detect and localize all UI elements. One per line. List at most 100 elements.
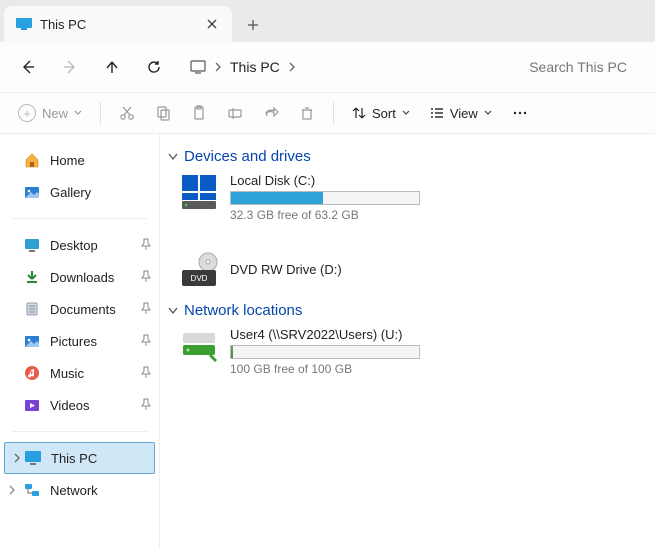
chevron-down-icon[interactable] xyxy=(168,148,178,165)
search-input[interactable]: Search This PC xyxy=(529,59,645,75)
music-icon xyxy=(24,365,40,381)
chevron-down-icon xyxy=(74,110,82,116)
sort-button[interactable]: Sort xyxy=(344,98,418,128)
share-button[interactable] xyxy=(255,98,287,128)
scissors-icon xyxy=(119,105,135,121)
pin-icon xyxy=(141,238,151,253)
pin-icon xyxy=(141,366,151,381)
network-icon xyxy=(24,482,40,498)
sidebar-item-label: This PC xyxy=(51,451,97,466)
section-title: Network locations xyxy=(184,302,302,319)
section-devices-header[interactable]: Devices and drives xyxy=(168,148,647,165)
separator xyxy=(12,431,147,432)
drive-name: Local Disk (C:) xyxy=(230,173,420,188)
section-network-header[interactable]: Network locations xyxy=(168,302,647,319)
close-icon[interactable] xyxy=(204,16,220,32)
downloads-icon xyxy=(24,269,40,285)
tab-bar: This PC xyxy=(0,0,655,42)
ellipsis-icon xyxy=(512,110,528,116)
pictures-icon xyxy=(24,333,40,349)
view-button[interactable]: View xyxy=(422,98,500,128)
pin-icon xyxy=(141,302,151,317)
sidebar-item-this-pc[interactable]: This PC xyxy=(4,442,155,474)
hdd-icon xyxy=(180,173,220,211)
chevron-right-icon[interactable] xyxy=(288,60,296,75)
sidebar-item-downloads[interactable]: Downloads xyxy=(0,261,159,293)
section-title: Devices and drives xyxy=(184,148,311,165)
plus-circle-icon: + xyxy=(18,104,36,122)
tab-this-pc[interactable]: This PC xyxy=(4,6,232,42)
chevron-down-icon[interactable] xyxy=(168,302,178,319)
sidebar-item-network[interactable]: Network xyxy=(0,474,159,506)
sidebar-item-videos[interactable]: Videos xyxy=(0,389,159,421)
sort-label: Sort xyxy=(372,106,396,121)
sidebar-item-gallery[interactable]: Gallery xyxy=(0,176,159,208)
separator xyxy=(100,102,101,124)
breadcrumb-current[interactable]: This PC xyxy=(230,59,280,75)
tab-title: This PC xyxy=(40,17,196,32)
sort-icon xyxy=(352,106,366,120)
svg-text:DVD: DVD xyxy=(191,274,208,283)
chevron-down-icon xyxy=(402,110,410,116)
chevron-right-icon[interactable] xyxy=(11,451,23,466)
chevron-down-icon xyxy=(484,110,492,116)
up-button[interactable] xyxy=(94,49,130,85)
breadcrumb[interactable]: This PC xyxy=(184,59,302,75)
sidebar-item-desktop[interactable]: Desktop xyxy=(0,229,159,261)
drive-free-text: 100 GB free of 100 GB xyxy=(230,362,420,376)
desktop-icon xyxy=(24,237,40,253)
monitor-icon xyxy=(190,59,206,75)
sidebar-item-home[interactable]: Home xyxy=(0,144,159,176)
trash-icon xyxy=(299,105,315,121)
more-button[interactable] xyxy=(504,98,536,128)
sidebar-item-pictures[interactable]: Pictures xyxy=(0,325,159,357)
documents-icon xyxy=(24,301,40,317)
drive-network-u[interactable]: User4 (\\SRV2022\Users) (U:) 100 GB free… xyxy=(180,327,430,376)
cut-button[interactable] xyxy=(111,98,143,128)
chevron-right-icon[interactable] xyxy=(214,60,222,75)
pin-icon xyxy=(141,270,151,285)
view-label: View xyxy=(450,106,478,121)
drive-dvd-d[interactable]: DVD DVD RW Drive (D:) xyxy=(180,252,370,290)
drive-free-text: 32.3 GB free of 63.2 GB xyxy=(230,208,420,222)
share-icon xyxy=(263,105,279,121)
separator xyxy=(333,102,334,124)
content-pane: Devices and drives Local Disk (C:) 32.3 … xyxy=(160,134,655,549)
forward-button[interactable] xyxy=(52,49,88,85)
drive-local-c[interactable]: Local Disk (C:) 32.3 GB free of 63.2 GB xyxy=(180,173,430,222)
sidebar-item-label: Desktop xyxy=(50,238,98,253)
monitor-icon xyxy=(25,450,41,466)
rename-icon xyxy=(227,105,243,121)
delete-button[interactable] xyxy=(291,98,323,128)
usage-bar xyxy=(230,345,420,359)
dvd-icon: DVD xyxy=(180,252,220,290)
sidebar-item-documents[interactable]: Documents xyxy=(0,293,159,325)
sidebar-item-label: Videos xyxy=(50,398,90,413)
network-drive-icon xyxy=(180,327,220,365)
sidebar-item-label: Documents xyxy=(50,302,116,317)
back-button[interactable] xyxy=(10,49,46,85)
sidebar-item-label: Music xyxy=(50,366,84,381)
home-icon xyxy=(24,152,40,168)
sidebar-item-label: Gallery xyxy=(50,185,91,200)
pin-icon xyxy=(141,334,151,349)
main-area: Home Gallery Desktop Downloads Documents xyxy=(0,134,655,549)
paste-button[interactable] xyxy=(183,98,215,128)
chevron-right-icon[interactable] xyxy=(6,483,18,498)
new-tab-button[interactable] xyxy=(236,8,270,42)
new-label: New xyxy=(42,106,68,121)
sidebar-item-label: Network xyxy=(50,483,98,498)
refresh-button[interactable] xyxy=(136,49,172,85)
sidebar-item-music[interactable]: Music xyxy=(0,357,159,389)
rename-button[interactable] xyxy=(219,98,251,128)
copy-icon xyxy=(155,105,171,121)
sidebar-item-label: Downloads xyxy=(50,270,114,285)
view-icon xyxy=(430,106,444,120)
new-button[interactable]: + New xyxy=(10,98,90,128)
nav-bar: This PC Search This PC xyxy=(0,42,655,92)
copy-button[interactable] xyxy=(147,98,179,128)
sidebar-item-label: Home xyxy=(50,153,85,168)
pin-icon xyxy=(141,398,151,413)
usage-bar xyxy=(230,191,420,205)
drive-name: DVD RW Drive (D:) xyxy=(230,262,342,277)
